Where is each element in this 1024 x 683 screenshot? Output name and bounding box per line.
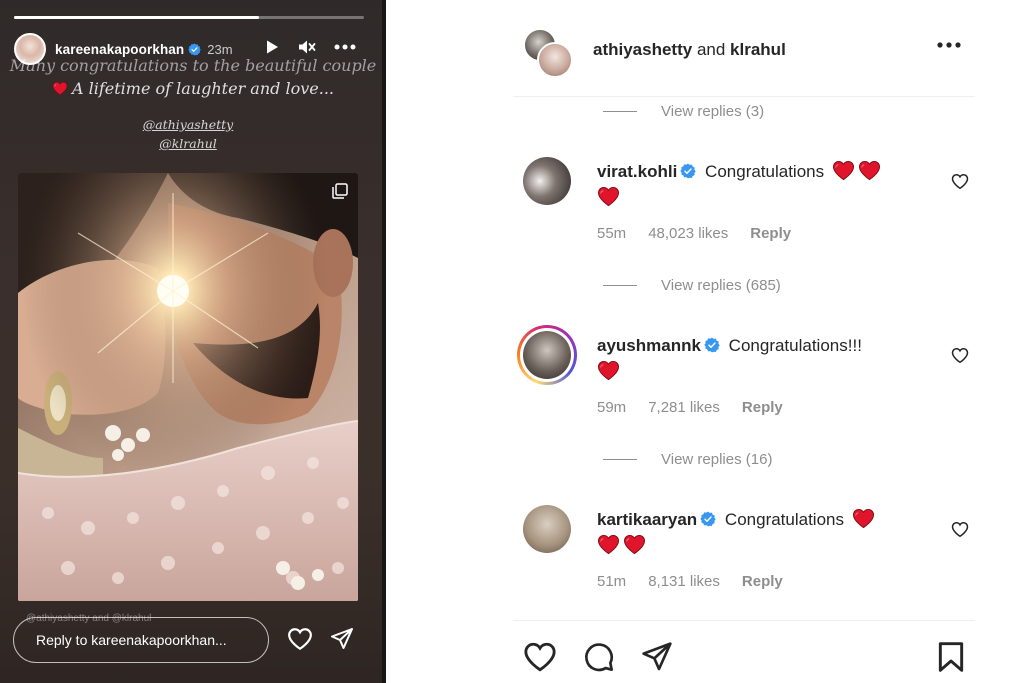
post-header: athiyashetty and klrahul bbox=[513, 22, 975, 82]
story-progress-bar bbox=[14, 16, 364, 19]
verified-badge-icon bbox=[188, 43, 201, 56]
avatar-kartikaaryan[interactable] bbox=[523, 505, 571, 553]
couple-photo bbox=[18, 173, 358, 601]
comment-text: Congratulations bbox=[705, 162, 825, 181]
replies-line bbox=[603, 111, 637, 112]
view-replies-label: View replies (3) bbox=[661, 103, 765, 120]
comment-time: 59m bbox=[597, 399, 627, 416]
comment-reply-button[interactable]: Reply bbox=[742, 573, 783, 590]
share-paper-plane-icon[interactable] bbox=[641, 641, 673, 673]
avatar-athiyashetty bbox=[537, 42, 573, 78]
replies-line bbox=[603, 285, 637, 286]
avatar-ayushmannk[interactable] bbox=[523, 331, 571, 379]
story-reply-placeholder: Reply to kareenakapoorkhan... bbox=[36, 632, 227, 648]
view-replies-link[interactable]: View replies (16) bbox=[603, 451, 772, 468]
view-replies-link[interactable]: View replies (3) bbox=[603, 103, 764, 120]
story-progress-fill bbox=[14, 16, 259, 19]
comment-username[interactable]: kartikaaryan bbox=[597, 510, 697, 529]
comment-time: 55m bbox=[597, 225, 627, 242]
verified-badge-icon bbox=[704, 337, 720, 353]
red-heart-emoji bbox=[597, 534, 620, 555]
red-heart-emoji bbox=[597, 186, 620, 207]
muted-speaker-icon[interactable] bbox=[298, 39, 316, 55]
red-heart-emoji bbox=[52, 81, 68, 96]
more-options-icon[interactable] bbox=[937, 42, 961, 48]
red-heart-emoji bbox=[832, 160, 855, 181]
couple-photo-illustration bbox=[18, 173, 358, 601]
verified-badge-icon bbox=[680, 163, 696, 179]
story-username[interactable]: kareenakapoorkhan bbox=[55, 42, 184, 57]
story-caption-text: A lifetime of laughter and love... bbox=[71, 79, 334, 98]
avatar-virat-kohli[interactable] bbox=[523, 157, 571, 205]
author-athiyashetty[interactable]: athiyashetty bbox=[593, 40, 692, 59]
screen: kareenakapoorkhan 23m Many congratulatio… bbox=[0, 0, 1024, 683]
comment-body: virat.kohli Congratulations bbox=[597, 159, 937, 211]
comment-like-icon[interactable] bbox=[951, 347, 969, 364]
red-heart-emoji bbox=[852, 508, 875, 529]
comment-likes[interactable]: 7,281 likes bbox=[648, 399, 720, 416]
view-replies-label: View replies (16) bbox=[661, 451, 773, 468]
story-caption-line1: Many congratulations to the beautiful co… bbox=[9, 56, 377, 75]
comment-likes[interactable]: 48,023 likes bbox=[648, 225, 728, 242]
comment-text: Congratulations bbox=[724, 510, 844, 529]
comment-text: Congratulations!!! bbox=[728, 336, 862, 355]
heart-outline-icon[interactable] bbox=[287, 627, 313, 651]
story-viewer: kareenakapoorkhan 23m Many congratulatio… bbox=[0, 0, 386, 683]
comment-meta: 51m 8,131 likes Reply bbox=[597, 573, 783, 590]
story-time: 23m bbox=[207, 41, 233, 57]
comment-bubble-icon[interactable] bbox=[583, 641, 615, 673]
post-authors: athiyashetty and klrahul bbox=[593, 40, 786, 60]
paper-plane-icon[interactable] bbox=[330, 627, 354, 651]
comment-like-icon[interactable] bbox=[951, 521, 969, 538]
replies-line bbox=[603, 459, 637, 460]
post-author-avatars[interactable] bbox=[523, 28, 575, 78]
play-icon[interactable] bbox=[264, 39, 280, 55]
red-heart-emoji bbox=[858, 160, 881, 181]
header-divider bbox=[513, 96, 975, 97]
view-replies-label: View replies (685) bbox=[661, 277, 781, 294]
red-heart-emoji bbox=[597, 360, 620, 381]
comment-meta: 55m 48,023 likes Reply bbox=[597, 225, 791, 242]
comment-meta: 59m 7,281 likes Reply bbox=[597, 399, 783, 416]
comment-reply-button[interactable]: Reply bbox=[750, 225, 791, 242]
story-caption-line2: A lifetime of laughter and love... bbox=[0, 79, 386, 98]
author-klrahul[interactable]: klrahul bbox=[730, 40, 786, 59]
more-dots-icon[interactable] bbox=[334, 44, 356, 50]
story-edge bbox=[382, 0, 386, 683]
authors-joiner: and bbox=[696, 40, 726, 59]
story-reply-input[interactable]: Reply to kareenakapoorkhan... bbox=[13, 617, 269, 663]
comment-username[interactable]: ayushmannk bbox=[597, 336, 701, 355]
story-tag-klrahul[interactable]: @klrahul bbox=[0, 136, 376, 151]
comment-like-icon[interactable] bbox=[951, 173, 969, 190]
comment-body: kartikaaryan Congratulations bbox=[597, 507, 937, 559]
view-replies-link[interactable]: View replies (685) bbox=[603, 277, 781, 294]
red-heart-emoji bbox=[623, 534, 646, 555]
story-controls bbox=[264, 39, 356, 55]
comment-body: ayushmannk Congratulations!!! bbox=[597, 333, 937, 385]
bookmark-icon[interactable] bbox=[937, 641, 965, 673]
comment-time: 51m bbox=[597, 573, 627, 590]
story-tag-athiyashetty[interactable]: @athiyashetty bbox=[0, 117, 376, 132]
post-action-bar bbox=[513, 620, 975, 683]
comment-reply-button[interactable]: Reply bbox=[742, 399, 783, 416]
multiple-photos-icon bbox=[332, 183, 348, 199]
like-post-icon[interactable] bbox=[523, 641, 557, 673]
comment-username[interactable]: virat.kohli bbox=[597, 162, 677, 181]
verified-badge-icon bbox=[700, 511, 716, 527]
comment-likes[interactable]: 8,131 likes bbox=[648, 573, 720, 590]
